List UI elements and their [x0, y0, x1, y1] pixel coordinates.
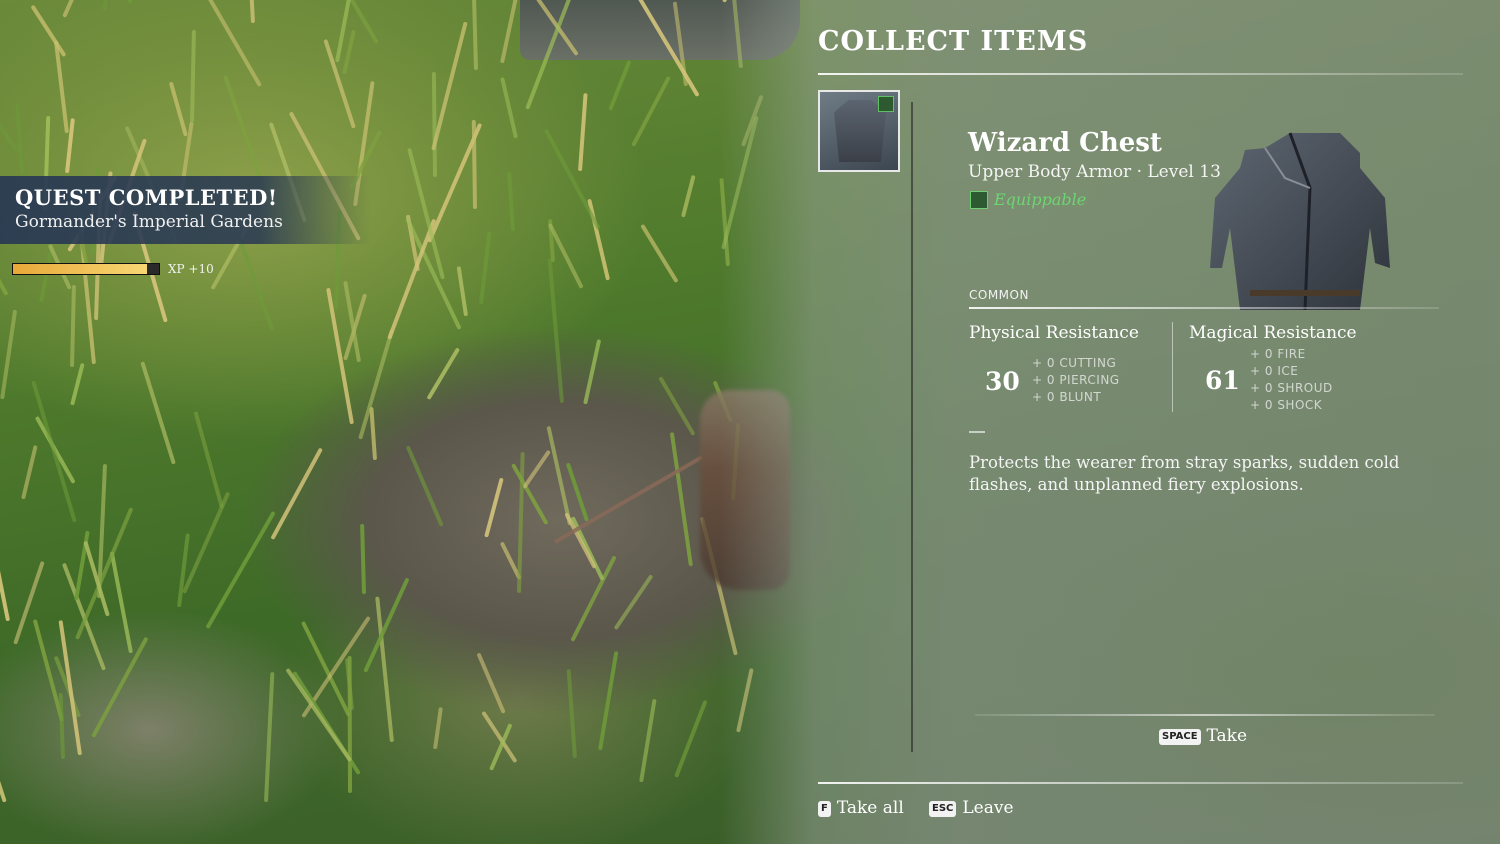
- quest-completed-toast: QUEST COMPLETED! Gormander's Imperial Ga…: [0, 176, 370, 244]
- magical-resistance-value: 61: [1205, 366, 1240, 395]
- magical-sub-shroud: + 0 SHROUD: [1250, 381, 1333, 395]
- action-divider: [975, 714, 1435, 716]
- physical-sub-piercing: + 0 PIERCING: [1032, 373, 1120, 387]
- description-dash: [969, 431, 985, 433]
- rarity-divider: [969, 307, 1439, 309]
- physical-resistance-label: Physical Resistance: [969, 323, 1139, 343]
- stat-divider: [1172, 322, 1173, 412]
- armor-icon: [970, 191, 988, 209]
- wizard-chest-art: [1210, 132, 1390, 310]
- xp-progress-fill: [13, 264, 148, 274]
- game-world: [0, 0, 1500, 844]
- magical-sub-shock: + 0 SHOCK: [1250, 398, 1323, 412]
- quest-location: Gormander's Imperial Gardens: [15, 212, 283, 232]
- magical-resistance-label: Magical Resistance: [1189, 323, 1357, 343]
- item-type-level: Upper Body Armor · Level 13: [968, 162, 1221, 182]
- title-divider: [818, 73, 1463, 75]
- magical-sub-fire: + 0 FIRE: [1250, 347, 1306, 361]
- leave-label: Leave: [962, 798, 1014, 818]
- item-description: Protects the wearer from stray sparks, s…: [969, 453, 1400, 494]
- magical-sub-ice: + 0 ICE: [1250, 364, 1299, 378]
- xp-progress-bar: [12, 263, 160, 275]
- item-rarity: COMMON: [969, 288, 1029, 302]
- f-key-hint: F: [818, 800, 831, 817]
- panel-backdrop-tint: [1000, 500, 1500, 844]
- leave-button[interactable]: ESC Leave: [929, 798, 1014, 818]
- item-list-scrollbar[interactable]: [911, 102, 913, 752]
- space-key-hint: SPACE: [1159, 728, 1201, 745]
- equippable-badge-icon: [878, 96, 894, 112]
- take-button[interactable]: SPACE Take: [1159, 726, 1247, 746]
- equippable-label: Equippable: [994, 190, 1087, 209]
- quest-title: QUEST COMPLETED!: [15, 185, 278, 210]
- item-name: Wizard Chest: [968, 128, 1162, 158]
- physical-sub-blunt: + 0 BLUNT: [1032, 390, 1102, 404]
- physical-resistance-value: 30: [985, 367, 1020, 396]
- item-slot-wizard-chest[interactable]: [818, 90, 900, 172]
- take-all-button[interactable]: F Take all: [818, 798, 904, 818]
- physical-sub-cutting: + 0 CUTTING: [1032, 356, 1117, 370]
- take-label: Take: [1206, 726, 1248, 746]
- grass-blade: [431, 72, 437, 177]
- panel-title: COLLECT ITEMS: [818, 26, 1089, 57]
- footer-divider: [818, 782, 1463, 784]
- esc-key-hint: ESC: [929, 800, 957, 817]
- xp-gain-text: XP +10: [168, 262, 214, 276]
- take-all-label: Take all: [836, 798, 904, 818]
